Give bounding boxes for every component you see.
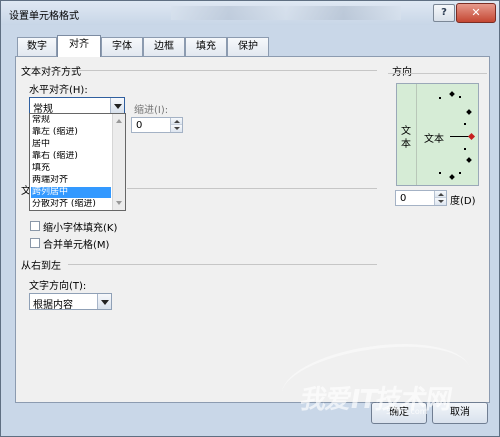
dial-mark-icon [449,174,455,180]
option-justify[interactable]: 两端对齐 [31,175,111,186]
indent-value: 0 [136,120,143,131]
watermark-url: 52itjs.com [386,407,428,416]
rtl-section-title: 从右到左 [21,261,61,272]
vertical-text-button[interactable]: 文本 [397,84,417,185]
dial-tick-icon [459,172,461,174]
help-button[interactable]: ? [433,4,455,22]
degree-spinner[interactable]: 0 [395,190,447,206]
spin-up-icon[interactable] [435,191,446,198]
chevron-down-icon[interactable] [97,294,111,309]
tab-font[interactable]: 字体 [101,37,143,56]
scroll-down-icon[interactable] [116,201,122,205]
orientation-frame-top [388,73,487,74]
blurred-background-bar [171,6,401,20]
title-bar: 设置单元格格式 ? ✕ [1,1,499,25]
spin-down-icon[interactable] [171,125,182,132]
degree-value: 0 [400,193,407,204]
dial-tick-icon [464,123,466,125]
dial-tick-icon [459,96,461,98]
text-alignment-section-title: 文本对齐方式 [21,67,81,78]
dial-tick-icon [439,172,441,174]
dropdown-scrollbar[interactable] [112,114,125,210]
tab-alignment[interactable]: 对齐 [57,35,101,57]
orientation-box: 文本 文本 [396,83,479,186]
scroll-up-icon[interactable] [116,119,122,123]
tab-protection[interactable]: 保护 [227,37,269,56]
text-direction-value: 根据内容 [33,300,73,311]
watermark-text: 我爱IT技术网 [297,385,454,415]
tab-number[interactable]: 数字 [17,37,57,56]
dial-tick-icon [439,97,441,99]
spin-down-icon[interactable] [435,198,446,205]
degree-label: 度(D) [450,196,476,207]
option-general[interactable]: 常规 [31,115,111,126]
shrink-to-fit-checkbox[interactable] [30,221,40,231]
section-divider [79,70,377,71]
format-cells-dialog: 设置单元格格式 ? ✕ 数字 对齐 字体 边框 填充 保护 文本对齐方式 水平对… [0,0,500,437]
horizontal-align-select[interactable]: 常规 [29,97,125,115]
chevron-down-icon[interactable] [110,98,124,113]
angle-handle-icon[interactable] [467,132,476,141]
dial-text-label: 文本 [424,134,444,145]
text-direction-label: 文字方向(T): [29,281,87,292]
dial-mark-icon [466,109,472,115]
vertical-text-label: 文本 [401,126,411,150]
option-distributed-indent[interactable]: 分散对齐 (缩进) [31,199,111,210]
option-center[interactable]: 居中 [31,139,111,150]
merge-cells-label: 合并单元格(M) [43,240,110,251]
text-direction-select[interactable]: 根据内容 [29,293,112,311]
section-divider [68,264,377,265]
dial-tick-icon [464,148,466,150]
dial-mark-icon [466,157,472,163]
spin-up-icon[interactable] [171,118,182,125]
dial-mark-icon [449,91,455,97]
dialog-title: 设置单元格格式 [9,11,79,22]
tab-border[interactable]: 边框 [143,37,185,56]
close-button[interactable]: ✕ [456,3,496,23]
option-right-indent[interactable]: 靠右 (缩进) [31,151,111,162]
orientation-section-title: 方向 [392,63,412,78]
merge-cells-checkbox[interactable] [30,238,40,248]
section-divider [127,188,377,189]
option-fill[interactable]: 填充 [31,163,111,174]
horizontal-align-label: 水平对齐(H): [29,85,88,96]
horizontal-align-dropdown: 常规 靠左 (缩进) 居中 靠右 (缩进) 填充 两端对齐 跨列居中 分散对齐 … [29,113,126,211]
option-center-across-selection[interactable]: 跨列居中 [31,187,111,198]
indent-label: 缩进(I): [134,105,169,116]
indent-spinner[interactable]: 0 [131,117,183,133]
option-left-indent[interactable]: 靠左 (缩进) [31,127,111,138]
tab-fill[interactable]: 填充 [185,37,227,56]
orientation-dial[interactable]: 文本 [417,84,478,185]
shrink-to-fit-label: 缩小字体填充(K) [43,223,118,234]
